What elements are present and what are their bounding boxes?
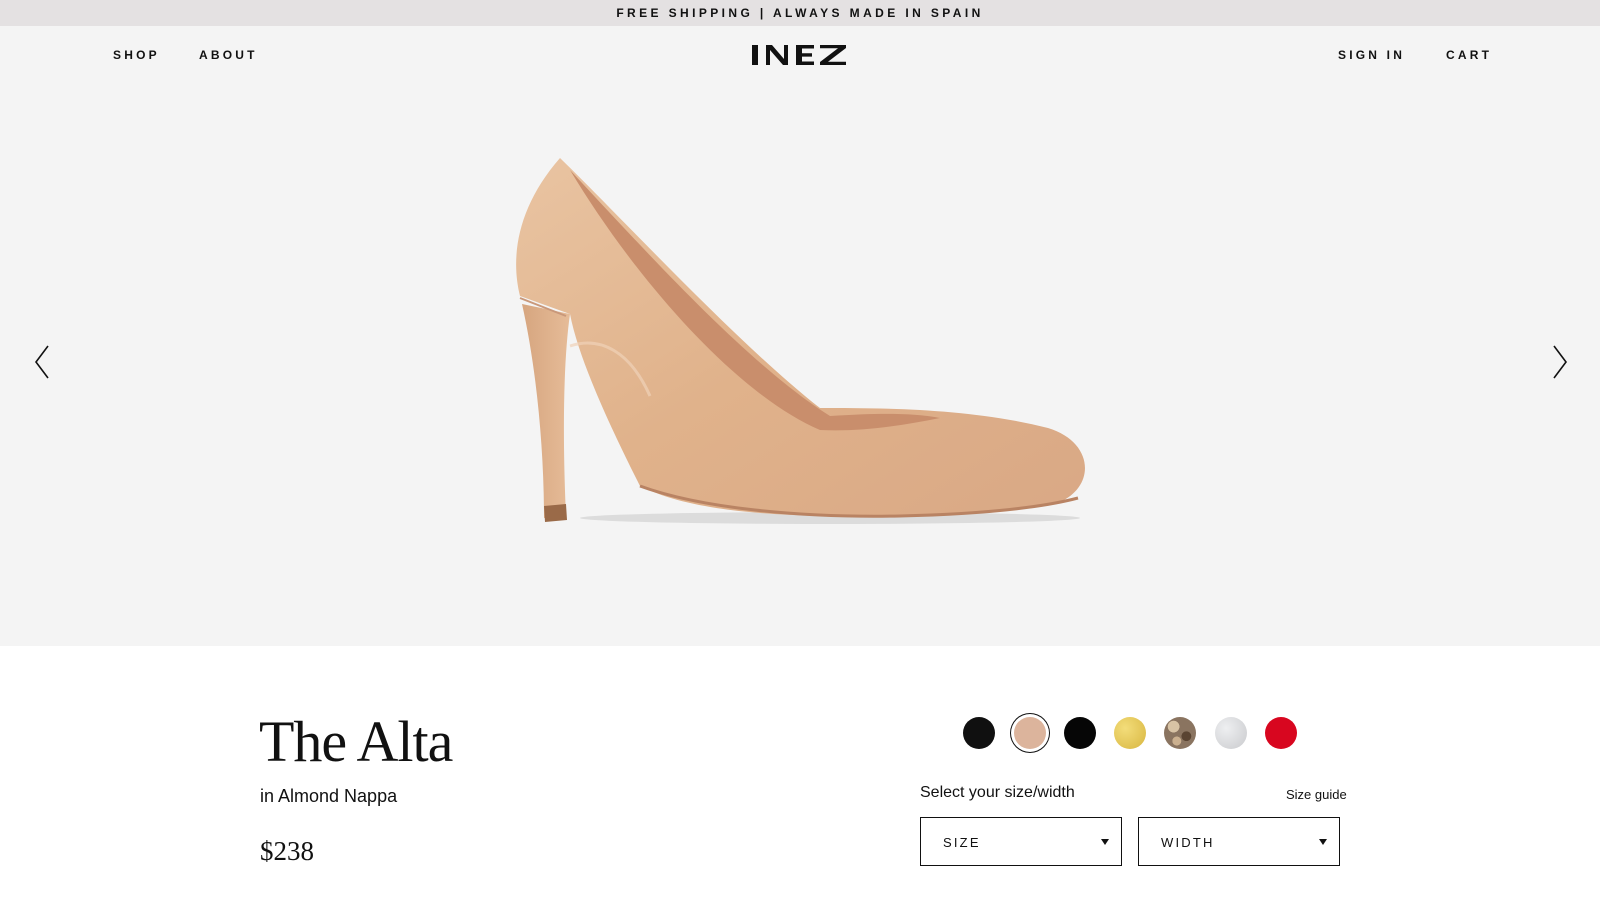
width-select-label: WIDTH (1161, 835, 1215, 850)
swatch-red[interactable] (1265, 717, 1297, 749)
swatch-silver[interactable] (1215, 717, 1247, 749)
carousel-next-button[interactable] (1550, 344, 1570, 380)
width-select[interactable]: WIDTH (1138, 817, 1340, 866)
size-select[interactable]: SIZE (920, 817, 1122, 866)
promo-text: FREE SHIPPING | ALWAYS MADE IN SPAIN (616, 6, 984, 20)
carousel-prev-button[interactable] (32, 344, 52, 380)
product-title: The Alta (259, 709, 453, 774)
nav-about[interactable]: ABOUT (199, 48, 258, 62)
product-variant: in Almond Nappa (260, 786, 398, 806)
swatch-black[interactable] (1064, 717, 1096, 749)
size-guide-link[interactable]: Size guide (1286, 787, 1347, 802)
product-price: $238 (260, 836, 314, 866)
caret-down-icon (1101, 839, 1109, 845)
product-image (516, 158, 1085, 524)
size-select-label: SIZE (943, 835, 981, 850)
nav-sign-in[interactable]: SIGN IN (1338, 48, 1405, 62)
nav-cart[interactable]: CART (1446, 48, 1492, 62)
chevron-right-icon (1553, 345, 1567, 379)
chevron-left-icon (35, 345, 49, 379)
nav-shop[interactable]: SHOP (113, 48, 160, 62)
brand-logo[interactable] (748, 37, 852, 69)
swatch-gold[interactable] (1114, 717, 1146, 749)
size-prompt: Select your size/width (920, 784, 1075, 801)
caret-down-icon (1319, 839, 1327, 845)
product-image-carousel (0, 26, 1600, 646)
swatch-black-nappa[interactable] (963, 717, 995, 749)
swatch-snake[interactable] (1164, 717, 1196, 749)
promo-banner: FREE SHIPPING | ALWAYS MADE IN SPAIN (0, 0, 1600, 26)
swatch-almond-nappa[interactable] (1014, 717, 1046, 749)
